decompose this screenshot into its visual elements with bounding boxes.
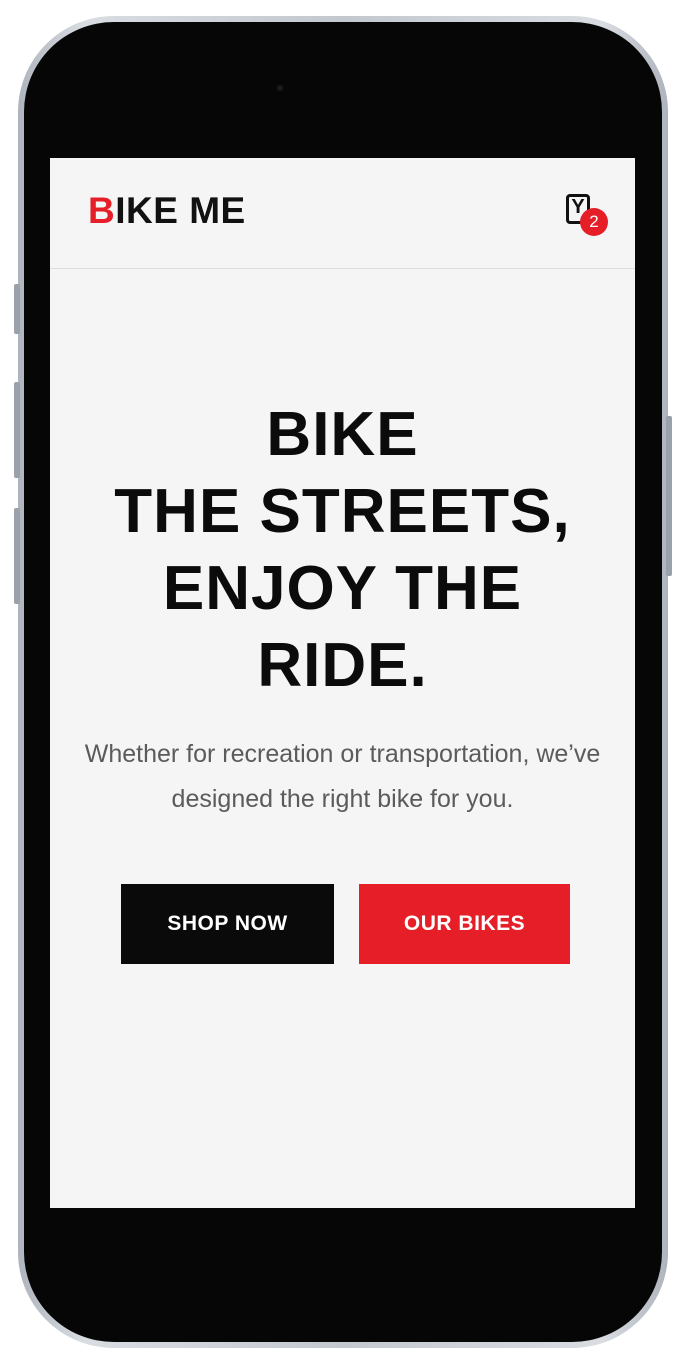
shop-now-button[interactable]: SHOP NOW bbox=[121, 884, 334, 964]
site-logo[interactable]: BIKE ME bbox=[88, 190, 246, 232]
site-header: BIKE ME Y 2 bbox=[50, 158, 635, 269]
our-bikes-button[interactable]: OUR BIKES bbox=[359, 884, 570, 964]
hero-title-line: ENJOY THE bbox=[162, 554, 523, 623]
power-button bbox=[666, 416, 672, 576]
screen: BIKE ME Y 2 BIKE THE STREETS, ENJOY THE … bbox=[50, 158, 635, 1208]
hero-title: BIKE THE STREETS, ENJOY THE RIDE. bbox=[50, 396, 635, 704]
cart-button[interactable]: Y 2 bbox=[566, 194, 608, 236]
hero-title-line: RIDE. bbox=[257, 631, 428, 700]
hero-description: Whether for recreation or transportation… bbox=[84, 740, 601, 813]
volume-down-button bbox=[14, 508, 20, 604]
logo-accent-letter: B bbox=[88, 190, 116, 231]
logo-text: IKE ME bbox=[115, 190, 246, 231]
hero-title-line: THE STREETS, bbox=[114, 477, 571, 546]
mute-switch bbox=[14, 284, 20, 334]
volume-up-button bbox=[14, 382, 20, 478]
hero-title-line: BIKE bbox=[266, 400, 419, 469]
front-camera bbox=[277, 85, 283, 91]
cart-count-badge: 2 bbox=[580, 208, 608, 236]
